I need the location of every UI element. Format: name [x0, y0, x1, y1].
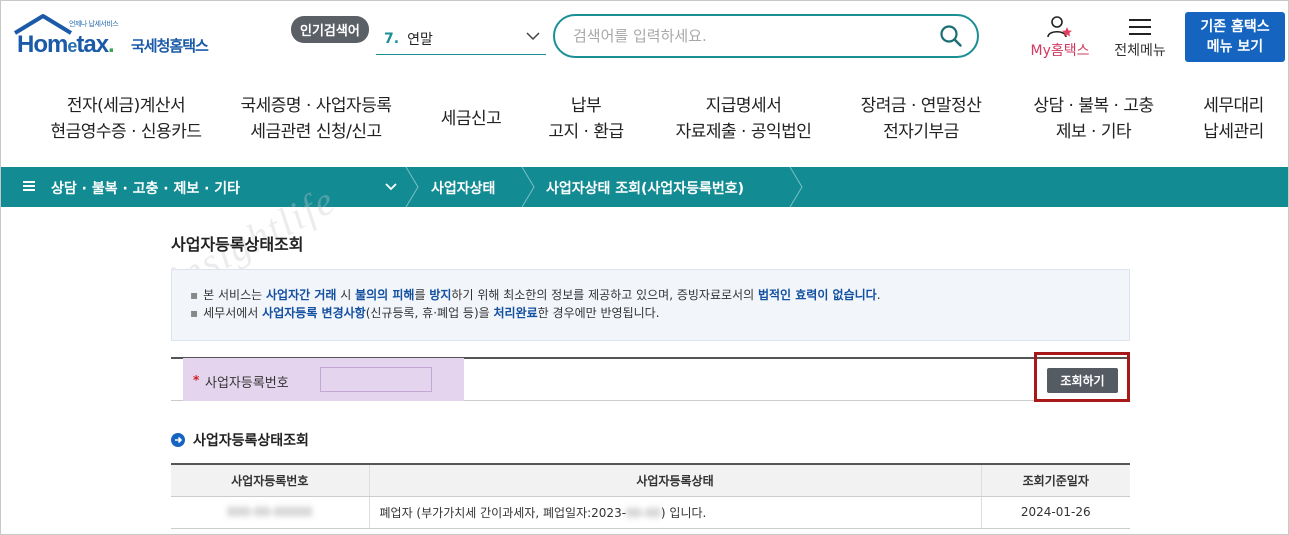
- breadcrumb-level2[interactable]: 사업자상태: [431, 178, 495, 198]
- logo-brand: Hometax.: [17, 31, 115, 58]
- gnb-item-line1: 상담 · 불복 · 고충: [1033, 96, 1154, 116]
- breadcrumb-separator-icon: [789, 167, 803, 207]
- required-mark: *: [193, 373, 200, 387]
- old-hometax-line1: 기존 홈택스: [1200, 19, 1270, 35]
- notice-line-1: ▪ 본 서비스는 사업자간 거래 시 불의의 피해를 방지하기 위해 최소한의 정…: [190, 286, 1129, 304]
- notice-text: 본 서비스는: [203, 288, 266, 302]
- notice-line-2: ▪ 세무서에서 사업자등록 변경사항(신규등록, 휴·폐업 등)을 처리완료한 경…: [190, 304, 1129, 322]
- page-title: 사업자등록상태조회: [171, 235, 304, 254]
- gnb-item-line1: 지급명세서: [705, 96, 782, 116]
- hometax-page: 언제나 납세서비스 Hometax. 국세청홈택스 인기검색어 7. 연말 My…: [0, 0, 1289, 535]
- gnb-item-line2: 제보 · 기타: [1055, 122, 1132, 142]
- cell-status: 폐업자 (부가가치세 간이과세자, 폐업일자:2023-00-00) 입니다.: [368, 496, 981, 529]
- old-hometax-menu-button[interactable]: 기존 홈택스 메뉴 보기: [1185, 12, 1285, 62]
- gnb-item-consulting[interactable]: 상담 · 불복 · 고충 제보 · 기타: [1016, 93, 1171, 145]
- column-header-status: 사업자등록상태: [368, 463, 981, 497]
- logo-korean-name: 국세청홈택스: [131, 37, 209, 55]
- gnb-item-line2: 납세관리: [1203, 122, 1264, 142]
- gnb-item-line2: 전자기부금: [883, 122, 959, 142]
- column-header-date: 조회기준일자: [980, 463, 1130, 497]
- popular-rank: 7.: [384, 30, 400, 47]
- popular-word[interactable]: 연말: [407, 29, 433, 49]
- gnb-item-year-end-settlement[interactable]: 장려금 · 연말정산 전자기부금: [841, 93, 1001, 145]
- gnb-item-e-invoice[interactable]: 전자(세금)계산서 현금영수증 · 신용카드: [31, 93, 221, 145]
- gnb-item-line2: 고지 · 환급: [548, 122, 624, 142]
- arrow-circle-icon: [171, 433, 185, 447]
- table-row: 000-00-00000 폐업자 (부가가치세 간이과세자, 폐업일자:2023…: [171, 496, 1130, 529]
- notice-highlight: 법적인 효력이 없습니다: [757, 288, 877, 302]
- notice-box: ▪ 본 서비스는 사업자간 거래 시 불의의 피해를 방지하기 위해 최소한의 정…: [171, 269, 1130, 341]
- breadcrumb-menu[interactable]: 상담 · 불복 · 고충 · 제보 · 기타: [51, 178, 240, 198]
- gnb-item-line2: 세금관련 신청/신고: [250, 122, 382, 142]
- column-header-business-number: 사업자등록번호: [171, 463, 369, 497]
- my-hometax-label: My홈택스: [1030, 43, 1090, 59]
- gnb-item-line1: 납부: [570, 96, 602, 116]
- breadcrumb-level3[interactable]: 사업자상태 조회(사업자등록번호): [546, 178, 744, 198]
- breadcrumb: 상담 · 불복 · 고충 · 제보 · 기타 사업자상태 사업자상태 조회(사업…: [1, 167, 1288, 207]
- notice-text: .: [876, 288, 881, 302]
- query-button[interactable]: 조회하기: [1047, 368, 1118, 393]
- cell-query-date: 2024-01-26: [980, 496, 1130, 529]
- search-box: [553, 14, 979, 58]
- business-number-form: * 사업자등록번호 조회하기: [171, 352, 1130, 402]
- search-icon[interactable]: [939, 24, 963, 48]
- hometax-logo[interactable]: 언제나 납세서비스 Hometax. 국세청홈택스: [13, 13, 228, 65]
- search-input[interactable]: [573, 25, 913, 47]
- gnb-item-payment-statement[interactable]: 지급명세서 자료제출 · 공익법인: [656, 93, 831, 145]
- bullet-icon: ▪: [190, 306, 199, 320]
- notice-highlight: 불의의 피해: [355, 288, 415, 302]
- notice-highlight: 사업자등록 변경사항: [262, 306, 366, 320]
- gnb-item-line1: 세무대리: [1203, 96, 1264, 116]
- gnb-item-line1: 장려금 · 연말정산: [860, 96, 982, 116]
- notice-text: 하기 위해 최소한의 정보를 제공하고 있으며, 증빙자료로서의: [451, 288, 758, 302]
- result-section-header: 사업자등록상태조회: [171, 431, 309, 449]
- blurred-close-date: 00-00: [626, 505, 661, 520]
- gnb-item-line1: 세금신고: [440, 109, 502, 129]
- business-number-input[interactable]: [320, 367, 432, 392]
- table-header-row: 사업자등록번호 사업자등록상태 조회기준일자: [171, 463, 1130, 497]
- gnb-item-line2: 현금영수증 · 신용카드: [50, 122, 202, 142]
- business-number-label: 사업자등록번호: [205, 376, 289, 391]
- gnb-item-certificates[interactable]: 국세증명 · 사업자등록 세금관련 신청/신고: [221, 93, 411, 145]
- notice-highlight: 방지: [429, 288, 452, 302]
- chevron-down-icon[interactable]: [385, 182, 397, 192]
- notice-text: 를: [414, 288, 430, 302]
- breadcrumb-separator-icon: [405, 167, 419, 207]
- blurred-business-number: 000-00-00000: [227, 505, 313, 519]
- breadcrumb-separator-icon: [521, 167, 535, 207]
- gnb-item-tax-filing[interactable]: 세금신고: [421, 93, 521, 132]
- result-section-title: 사업자등록상태조회: [193, 433, 309, 449]
- hamburger-menu-icon: [1129, 19, 1151, 35]
- chevron-down-icon[interactable]: [524, 27, 542, 45]
- business-number-label-cell: * 사업자등록번호: [183, 358, 464, 401]
- gnb-item-line2: 자료제출 · 공익법인: [675, 122, 812, 142]
- notice-highlight: 처리완료: [493, 306, 538, 320]
- notice-text: (신규등록, 휴·폐업 등)을: [365, 306, 494, 320]
- notice-text: 세무서에서: [203, 306, 263, 320]
- all-menu-button[interactable]: 전체메뉴: [1107, 15, 1173, 61]
- gnb-item-line1: 국세증명 · 사업자등록: [240, 96, 392, 116]
- notice-highlight: 사업자간 거래: [265, 288, 337, 302]
- popular-keyword-select[interactable]: 7. 연말: [376, 23, 546, 55]
- notice-text: 시: [336, 288, 356, 302]
- cell-business-number: 000-00-00000: [171, 496, 369, 529]
- bullet-icon: ▪: [190, 288, 199, 302]
- notice-text: 한 경우에만 반영됩니다.: [537, 306, 660, 320]
- status-text: 폐업자 (부가가치세 간이과세자, 폐업일자:2023-: [379, 505, 627, 520]
- old-hometax-line2: 메뉴 보기: [1206, 39, 1264, 55]
- popular-keywords-badge: 인기검색어: [291, 16, 369, 43]
- status-suffix: ) 입니다.: [660, 505, 707, 520]
- global-navigation: 전자(세금)계산서 현금영수증 · 신용카드 국세증명 · 사업자등록 세금관련…: [1, 93, 1288, 151]
- gnb-item-payment[interactable]: 납부 고지 · 환급: [526, 93, 646, 145]
- logo-tagline: 언제나 납세서비스: [69, 20, 119, 28]
- menu-icon[interactable]: [23, 180, 35, 192]
- my-hometax-button[interactable]: My홈택스: [1023, 15, 1097, 61]
- user-star-icon: [1047, 16, 1072, 38]
- result-table: 사업자등록번호 사업자등록상태 조회기준일자 000-00-00000 폐업자 …: [171, 463, 1130, 529]
- all-menu-label: 전체메뉴: [1114, 43, 1166, 59]
- gnb-item-tax-agent[interactable]: 세무대리 납세관리: [1191, 93, 1276, 145]
- gnb-item-line1: 전자(세금)계산서: [66, 96, 186, 116]
